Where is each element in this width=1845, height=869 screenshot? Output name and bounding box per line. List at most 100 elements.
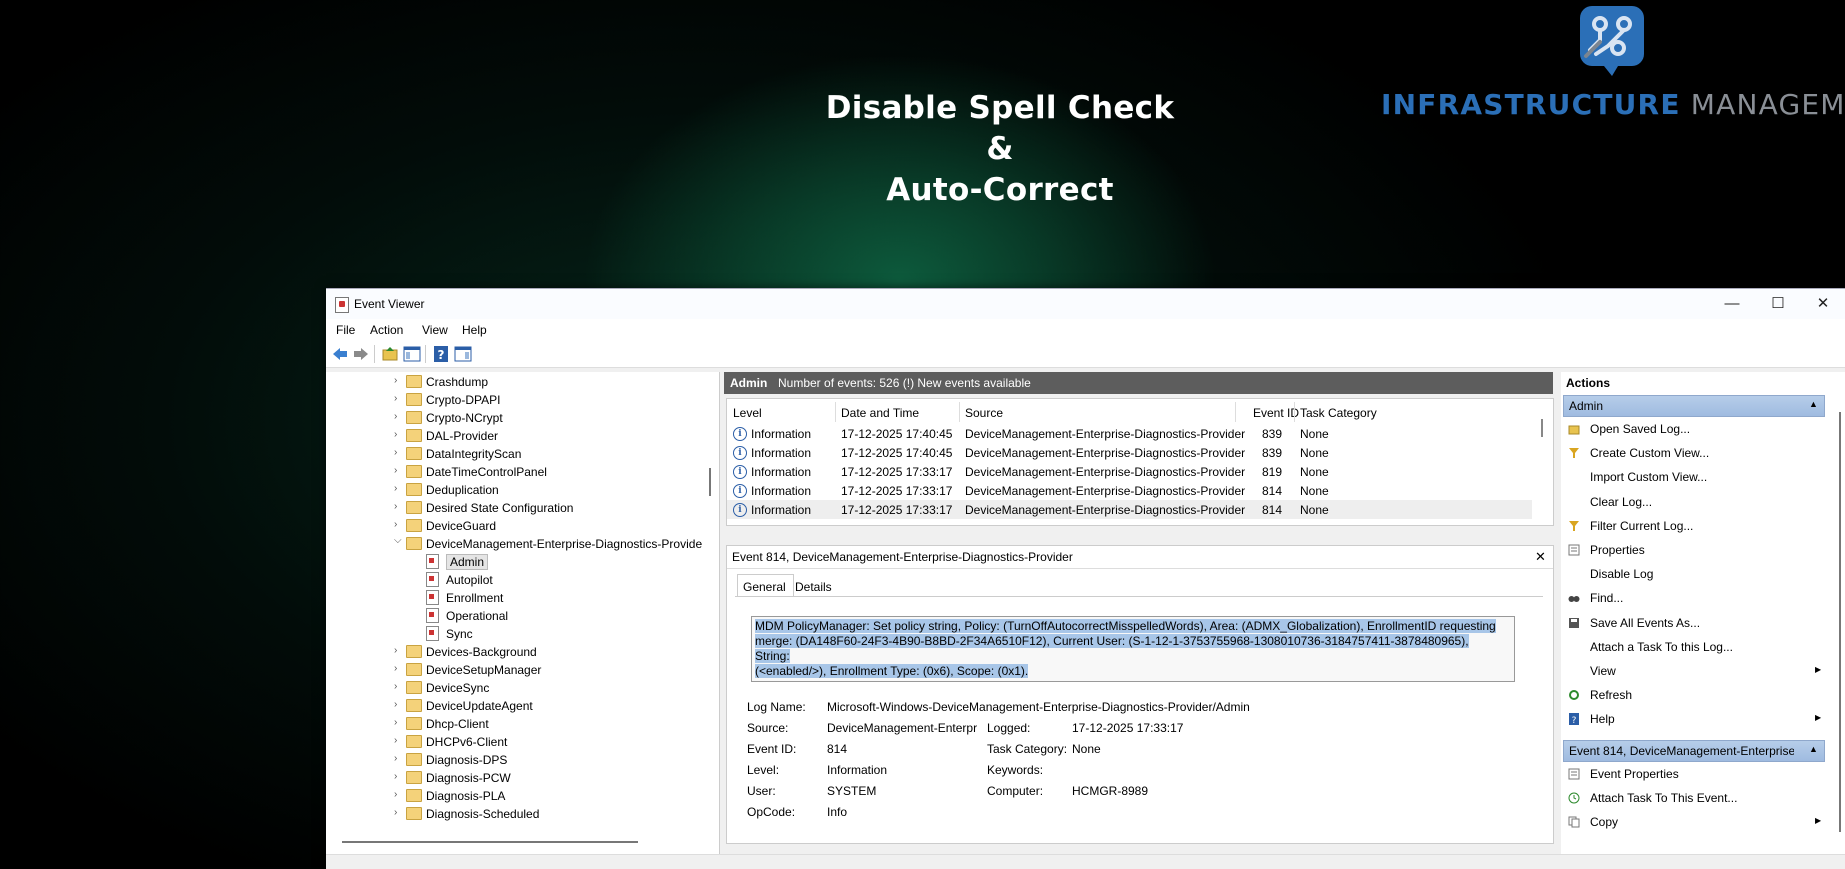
tab-general[interactable]: General [737, 574, 794, 597]
detail-close-icon[interactable]: ✕ [1535, 549, 1546, 565]
chevron-right-icon[interactable]: › [394, 447, 397, 458]
tree-vertical-scrollbar[interactable] [709, 468, 711, 496]
table-row[interactable]: i Information 17-12-2025 17:40:45 DeviceMan… [727, 424, 1532, 443]
chevron-down-icon[interactable]: ⌵ [394, 535, 402, 546]
tree-folder-item[interactable]: › DHCPv6-Client [326, 733, 706, 751]
action-item[interactable]: Attach Task To This Event... [1590, 791, 1737, 805]
chevron-right-icon[interactable]: › [394, 681, 397, 692]
chevron-right-icon[interactable]: › [394, 699, 397, 710]
tree-folder-item[interactable]: › Crypto-NCrypt [326, 409, 706, 427]
chevron-right-icon[interactable]: › [394, 375, 397, 386]
table-row[interactable]: i Information 17-12-2025 17:33:17 DeviceMan… [727, 481, 1532, 500]
table-row[interactable]: i Information 17-12-2025 17:40:45 DeviceMan… [727, 443, 1532, 462]
chevron-right-icon[interactable]: › [394, 411, 397, 422]
chevron-right-icon[interactable]: › [394, 429, 397, 440]
tree-folder-item[interactable]: › DataIntegrityScan [326, 445, 706, 463]
action-item[interactable]: Refresh [1590, 688, 1632, 702]
tree-horizontal-scrollbar[interactable] [342, 841, 638, 843]
action-item[interactable]: Open Saved Log... [1590, 422, 1690, 436]
events-vertical-scrollbar[interactable] [1541, 419, 1543, 437]
tree-log-item[interactable]: Admin [326, 553, 706, 571]
menu-help[interactable]: Help [462, 323, 487, 337]
chevron-right-icon[interactable]: › [394, 465, 397, 476]
tree-folder-item[interactable]: › Deduplication [326, 481, 706, 499]
action-item[interactable]: Filter Current Log... [1590, 519, 1693, 533]
submenu-arrow-icon[interactable]: ▶ [1815, 665, 1821, 674]
action-item[interactable]: Disable Log [1590, 567, 1653, 581]
chevron-right-icon[interactable]: › [394, 753, 397, 764]
show-hide-tree-icon[interactable] [403, 345, 421, 363]
chevron-right-icon[interactable]: › [394, 483, 397, 494]
action-item[interactable]: Find... [1590, 591, 1623, 605]
chevron-right-icon[interactable]: › [394, 501, 397, 512]
tree-folder-item[interactable]: › DeviceSetupManager [326, 661, 706, 679]
table-row[interactable]: i Information 17-12-2025 17:33:17 DeviceMan… [727, 500, 1532, 519]
tree-folder-item[interactable]: › Crypto-DPAPI [326, 391, 706, 409]
tree-folder-item[interactable]: › DeviceUpdateAgent [326, 697, 706, 715]
tree-folder-item[interactable]: › Diagnosis-Scheduled [326, 805, 706, 823]
chevron-right-icon[interactable]: › [394, 807, 397, 818]
tree-folder-item[interactable]: › DeviceGuard [326, 517, 706, 535]
tree-log-item[interactable]: Autopilot [326, 571, 706, 589]
tab-details[interactable]: Details [795, 580, 832, 594]
tree-folder-item[interactable]: ⌵ DeviceManagement-Enterprise-Diagnostics… [326, 535, 706, 553]
collapse-up-icon[interactable]: ▲ [1809, 399, 1821, 409]
submenu-arrow-icon[interactable]: ▶ [1815, 816, 1821, 825]
maximize-button[interactable]: ☐ [1755, 289, 1801, 319]
column-header-date[interactable]: Date and Time [841, 406, 919, 420]
column-header-level[interactable]: Level [733, 406, 762, 420]
tree-folder-item[interactable]: › Devices-Background [326, 643, 706, 661]
menu-file[interactable]: File [336, 323, 355, 337]
submenu-arrow-icon[interactable]: ▶ [1815, 713, 1821, 722]
actions-section-header[interactable]: Event 814, DeviceManagement-Enterprise-.… [1563, 740, 1825, 762]
chevron-right-icon[interactable]: › [394, 393, 397, 404]
chevron-right-icon[interactable]: › [394, 789, 397, 800]
collapse-up-icon[interactable]: ▲ [1809, 744, 1821, 754]
column-header-source[interactable]: Source [965, 406, 1003, 420]
action-item[interactable]: Properties [1590, 543, 1645, 557]
action-item[interactable]: Create Custom View... [1590, 446, 1709, 460]
action-item[interactable]: View [1590, 664, 1616, 678]
tree-folder-item[interactable]: › DAL-Provider [326, 427, 706, 445]
chevron-right-icon[interactable]: › [394, 717, 397, 728]
tree-folder-item[interactable]: › Diagnosis-PLA [326, 787, 706, 805]
action-item[interactable]: Import Custom View... [1590, 470, 1707, 484]
action-item[interactable]: Attach a Task To this Log... [1590, 640, 1733, 654]
action-item[interactable]: Event Properties [1590, 767, 1679, 781]
event-message-box[interactable]: MDM PolicyManager: Set policy string, Po… [751, 616, 1515, 682]
action-item[interactable]: Clear Log... [1590, 495, 1652, 509]
tree-folder-item[interactable]: › Crashdump [326, 373, 706, 391]
tree-folder-item[interactable]: › Desired State Configuration [326, 499, 706, 517]
menu-view[interactable]: View [422, 323, 448, 337]
actions-vertical-scrollbar[interactable] [1839, 412, 1841, 832]
tree-folder-item[interactable]: › DateTimeControlPanel [326, 463, 706, 481]
tree-folder-item[interactable]: › Diagnosis-PCW [326, 769, 706, 787]
show-hide-action-pane-icon[interactable] [454, 345, 472, 363]
tree-log-item[interactable]: Enrollment [326, 589, 706, 607]
chevron-right-icon[interactable]: › [394, 771, 397, 782]
tree-folder-item[interactable]: › Diagnosis-DPS [326, 751, 706, 769]
menu-action[interactable]: Action [370, 323, 403, 337]
tree-log-item[interactable]: Operational [326, 607, 706, 625]
help-icon[interactable]: ? [432, 345, 450, 363]
chevron-right-icon[interactable]: › [394, 735, 397, 746]
column-header-task-category[interactable]: Task Category [1300, 406, 1377, 420]
action-item[interactable]: Help [1590, 712, 1615, 726]
folder-up-icon[interactable] [381, 345, 399, 363]
task-category-value: None [1072, 742, 1101, 756]
back-arrow-icon[interactable] [331, 345, 349, 363]
tree-folder-item[interactable]: › DeviceSync [326, 679, 706, 697]
tree-folder-item[interactable]: › Dhcp-Client [326, 715, 706, 733]
forward-arrow-icon[interactable] [352, 345, 370, 363]
actions-section-header[interactable]: Admin ▲ [1563, 395, 1825, 417]
chevron-right-icon[interactable]: › [394, 663, 397, 674]
tree-log-item[interactable]: Sync [326, 625, 706, 643]
minimize-button[interactable]: — [1709, 289, 1755, 319]
close-button[interactable]: ✕ [1800, 289, 1845, 319]
column-header-event-id[interactable]: Event ID [1253, 406, 1299, 420]
chevron-right-icon[interactable]: › [394, 645, 397, 656]
chevron-right-icon[interactable]: › [394, 519, 397, 530]
action-item[interactable]: Copy [1590, 815, 1618, 829]
table-row[interactable]: i Information 17-12-2025 17:33:17 DeviceMan… [727, 462, 1532, 481]
action-item[interactable]: Save All Events As... [1590, 616, 1700, 630]
